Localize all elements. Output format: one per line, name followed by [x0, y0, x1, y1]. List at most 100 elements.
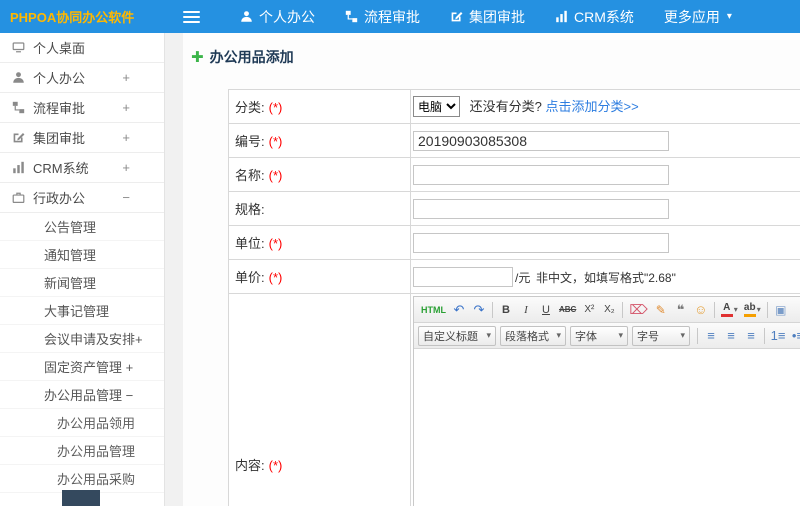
- desktop-icon: [12, 41, 25, 54]
- sidebar-item-fixed-assets-management[interactable]: 固定资产管理 +: [0, 353, 164, 381]
- sidebar-item-memorabilia-management[interactable]: 大事记管理: [0, 297, 164, 325]
- sidebar-scroll-thumb[interactable]: [62, 490, 100, 506]
- sidebar-item-label: 集团审批: [33, 131, 86, 146]
- dropdown-label: 段落格式: [505, 330, 549, 343]
- dropdown-label: 字号: [637, 330, 659, 343]
- font-size-dropdown[interactable]: 字号 ▾: [632, 325, 690, 346]
- editor-toolbar-row2: 自定义标题 ▾ 段落格式 ▾ 字体 ▾ 字号 ▾ ≡ ≡ ≡ 1≡ •≡: [414, 323, 800, 349]
- nav-personal-office[interactable]: 个人办公: [240, 7, 315, 27]
- sidebar-item-personal-desktop[interactable]: 个人桌面: [0, 33, 164, 63]
- align-center-icon[interactable]: ≡: [721, 326, 741, 346]
- nav-label: 流程审批: [364, 8, 420, 25]
- nav-crm-system[interactable]: CRM系统: [555, 7, 634, 27]
- undo-icon[interactable]: ↶: [449, 300, 469, 320]
- toolbar-separator: [697, 327, 698, 344]
- sidebar-item-meeting-apply[interactable]: 会议申请及安排+: [0, 325, 164, 353]
- nav-more-apps[interactable]: 更多应用 ▾: [664, 7, 732, 27]
- chevron-down-icon: ▾: [486, 330, 491, 340]
- font-color-button[interactable]: A ▾: [718, 300, 741, 320]
- required-marker: (*): [268, 236, 283, 251]
- expand-toggle[interactable]: +: [122, 70, 130, 85]
- nav-label: 集团审批: [469, 8, 525, 25]
- expand-toggle[interactable]: +: [122, 160, 130, 175]
- sidebar-item-crm-system[interactable]: CRM系统 +: [0, 153, 164, 183]
- required-marker: (*): [268, 168, 283, 183]
- form-row-name: 名称: (*): [228, 157, 800, 192]
- custom-title-dropdown[interactable]: 自定义标题 ▾: [418, 325, 496, 346]
- brand-title: PHPOA协同办公软件: [10, 10, 135, 25]
- sidebar-item-announcement-management[interactable]: 公告管理: [0, 213, 164, 241]
- price-input[interactable]: [413, 266, 513, 287]
- highlight-swatch: [743, 313, 756, 317]
- flow-icon: [345, 10, 358, 23]
- expand-toggle[interactable]: +: [122, 130, 130, 145]
- form-row-spec: 规格:: [228, 191, 800, 226]
- toolbar-separator: [492, 301, 493, 318]
- flow-icon: [12, 101, 25, 114]
- sidebar-item-label: 行政办公: [33, 191, 86, 206]
- toolbar-separator: [713, 301, 715, 318]
- align-right-icon[interactable]: ≡: [741, 326, 761, 346]
- paragraph-format-dropdown[interactable]: 段落格式 ▾: [500, 325, 566, 346]
- page-title: ✚ 办公用品添加: [191, 47, 800, 67]
- emoji-icon[interactable]: ☺: [691, 300, 711, 320]
- unordered-list-icon[interactable]: •≡: [788, 326, 800, 346]
- nav-group-approval[interactable]: 集团审批: [450, 7, 525, 27]
- sidebar-item-news-management[interactable]: 新闻管理: [0, 269, 164, 297]
- collapse-toggle[interactable]: −: [122, 190, 130, 205]
- chevron-down-icon: ▾: [726, 11, 732, 22]
- sidebar-item-group-approval[interactable]: 集团审批 +: [0, 123, 164, 153]
- format-brush-icon[interactable]: ✎: [651, 300, 671, 320]
- eraser-icon[interactable]: ⌦: [626, 300, 650, 320]
- required-marker: (*): [268, 457, 283, 473]
- highlight-color-button[interactable]: ab ▾: [741, 300, 764, 320]
- price-format-note: 非中文，如填写格式"2.68": [535, 270, 676, 285]
- user-icon: [12, 71, 25, 84]
- required-marker: (*): [268, 134, 283, 149]
- chevron-down-icon: ▾: [680, 330, 685, 340]
- ordered-list-icon[interactable]: 1≡: [768, 326, 788, 346]
- sidebar-item-personal-office[interactable]: 个人办公 +: [0, 63, 164, 93]
- field-label: 规格:: [235, 202, 265, 217]
- sidebar-item-workflow-approval[interactable]: 流程审批 +: [0, 93, 164, 123]
- name-input[interactable]: [413, 164, 669, 185]
- subscript-button[interactable]: X₂: [599, 300, 619, 320]
- sidebar-item-office-supplies-receive[interactable]: 办公用品领用: [0, 409, 164, 437]
- spec-input[interactable]: [413, 198, 669, 219]
- form-row-code: 编号: (*): [228, 123, 800, 158]
- sidebar-item-office-supplies-management[interactable]: 办公用品管理 −: [0, 381, 164, 409]
- sidebar-item-notice-management[interactable]: 通知管理: [0, 241, 164, 269]
- sidebar-item-office-supplies-purchase[interactable]: 办公用品采购: [0, 465, 164, 493]
- chart-icon: [555, 10, 568, 23]
- hamburger-icon[interactable]: [183, 8, 200, 26]
- underline-button[interactable]: U: [536, 300, 556, 320]
- align-left-icon[interactable]: ≡: [701, 326, 721, 346]
- field-label: 内容:: [235, 457, 265, 473]
- code-input[interactable]: [413, 130, 669, 151]
- image-icon[interactable]: ▣: [771, 300, 791, 320]
- html-source-button[interactable]: HTML: [418, 300, 449, 320]
- italic-button[interactable]: I: [516, 300, 536, 320]
- blockquote-icon[interactable]: ❝: [671, 300, 691, 320]
- strikethrough-button[interactable]: ABC: [556, 300, 579, 320]
- font-color-glyph: A: [723, 301, 731, 313]
- content-gutter: [165, 33, 183, 506]
- sidebar: 个人桌面 个人办公 + 流程审批 + 集团审批 + CRM系统 + 行政办公 −: [0, 33, 165, 506]
- superscript-button[interactable]: X²: [579, 300, 599, 320]
- top-nav: 个人办公 流程审批 集团审批 CRM系统 更多应用 ▾: [240, 7, 762, 27]
- rich-text-editor: HTML ↶ ↷ B I U ABC X² X₂ ⌦ ✎ ❝ ☺ A ▾ ab …: [413, 296, 800, 506]
- expand-toggle[interactable]: +: [122, 100, 130, 115]
- category-select[interactable]: 电脑: [413, 96, 460, 118]
- sidebar-item-admin-office[interactable]: 行政办公 −: [0, 183, 164, 213]
- form-row-unit: 单位: (*): [228, 225, 800, 260]
- add-category-link[interactable]: 点击添加分类>>: [545, 99, 638, 114]
- redo-icon[interactable]: ↷: [469, 300, 489, 320]
- briefcase-icon: [12, 191, 25, 204]
- bold-button[interactable]: B: [496, 300, 516, 320]
- page-title-text: 办公用品添加: [209, 49, 294, 65]
- sidebar-item-office-supplies-manage[interactable]: 办公用品管理: [0, 437, 164, 465]
- nav-workflow-approval[interactable]: 流程审批: [345, 7, 420, 27]
- editor-content-area[interactable]: [414, 349, 800, 506]
- font-family-dropdown[interactable]: 字体 ▾: [570, 325, 628, 346]
- unit-input[interactable]: [413, 232, 669, 253]
